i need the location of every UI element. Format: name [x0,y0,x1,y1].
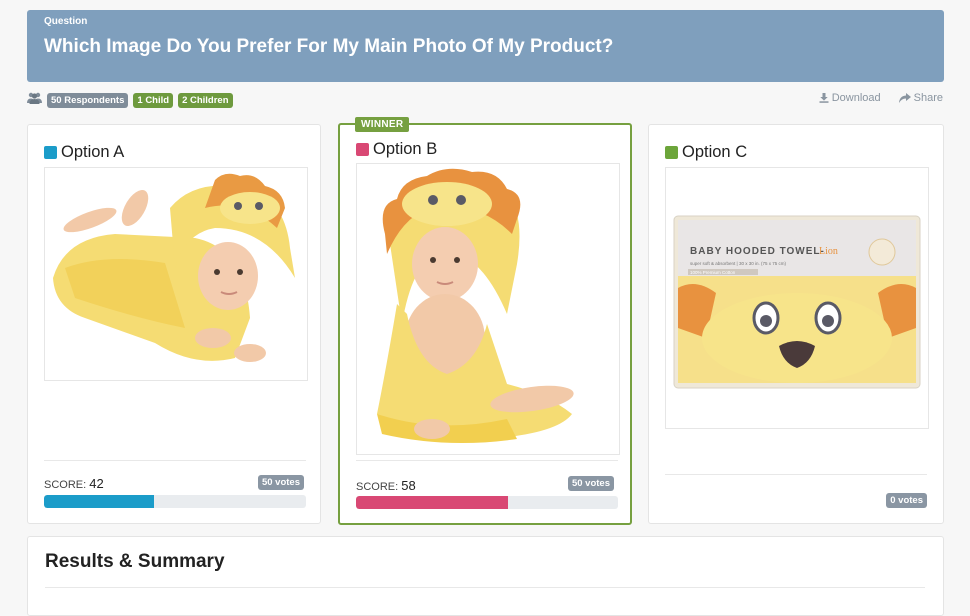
option-b-divider [356,460,618,461]
option-a-label: Option A [61,143,125,161]
users-icon [27,91,42,109]
option-a-score: SCORE: 42 [44,476,104,491]
option-b-card[interactable]: WINNER Option B SCORE: 58 50 votes [338,117,632,525]
product-variant: Lion [819,246,838,257]
option-a-card[interactable]: Option A SCORE: 42 50 votes [27,124,321,524]
option-a-progress-fill [44,495,155,508]
children-badge: 2 Children [178,92,233,108]
download-icon [819,93,829,103]
option-c-color-swatch [665,146,678,159]
option-a-title: Option A [44,143,124,162]
option-a-votes: 50 votes [257,475,304,490]
option-c-card[interactable]: Option C BABY HOODED TOWEL- Lion super s… [648,124,944,524]
option-c-image[interactable]: BABY HOODED TOWEL- Lion super soft & abs… [665,167,929,429]
results-divider [45,587,925,588]
results-title: Results & Summary [45,551,225,572]
option-c-title: Option C [665,143,747,162]
option-b-votes: 50 votes [567,476,614,491]
option-b-progress-fill [356,496,508,509]
option-b-image[interactable] [356,163,620,455]
option-c-label: Option C [682,143,748,161]
option-a-color-swatch [44,146,57,159]
download-label: Download [831,92,881,104]
result-actions: Download Share [819,92,943,104]
respondent-meta: 50 Respondents 1 Child 2 Children [27,92,233,108]
share-link[interactable]: Share [898,92,943,104]
option-c-votes: 0 votes [886,493,927,508]
share-label: Share [913,92,943,104]
download-link[interactable]: Download [819,92,881,104]
option-a-divider [44,460,306,461]
product-tag: 100% Premium Cotton [690,270,736,275]
share-icon [898,93,911,103]
question-header: Question Which Image Do You Prefer For M… [27,10,944,82]
product-name: BABY HOODED TOWEL- [690,246,825,257]
option-b-progress-bar [356,496,618,509]
child-badge: 1 Child [133,92,174,108]
results-summary-section: Results & Summary [27,536,944,616]
respondents-badge: 50 Respondents [47,92,129,108]
option-c-divider [665,474,927,475]
option-b-score: SCORE: 58 [356,478,416,493]
question-title: Which Image Do You Prefer For My Main Ph… [44,36,614,57]
option-a-image[interactable] [44,167,308,381]
option-a-progress-bar [44,495,306,508]
product-sub: super soft & absorbent | 30 x 30 in. (75… [690,261,786,266]
option-b-color-swatch [356,143,369,156]
question-label: Question [44,16,88,27]
option-b-label: Option B [373,140,438,158]
option-b-title: Option B [356,140,437,159]
winner-badge: WINNER [355,117,410,132]
